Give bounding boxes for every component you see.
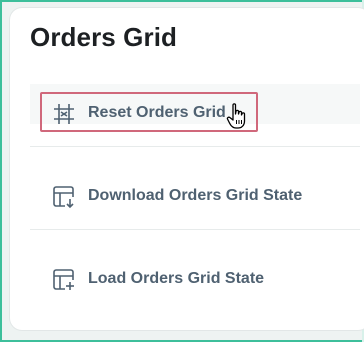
hand-cursor-icon — [226, 102, 248, 130]
divider — [30, 229, 360, 230]
grid-load-icon — [52, 268, 76, 292]
reset-orders-grid-label: Reset Orders Grid — [88, 104, 226, 121]
page-title: Orders Grid — [30, 22, 178, 52]
load-orders-grid-state-label[interactable]: Load Orders Grid State — [88, 270, 264, 288]
download-orders-grid-state-label[interactable]: Download Orders Grid State — [88, 187, 302, 205]
divider — [30, 146, 360, 147]
grid-download-icon — [52, 185, 76, 209]
grid-reset-icon — [52, 102, 76, 126]
